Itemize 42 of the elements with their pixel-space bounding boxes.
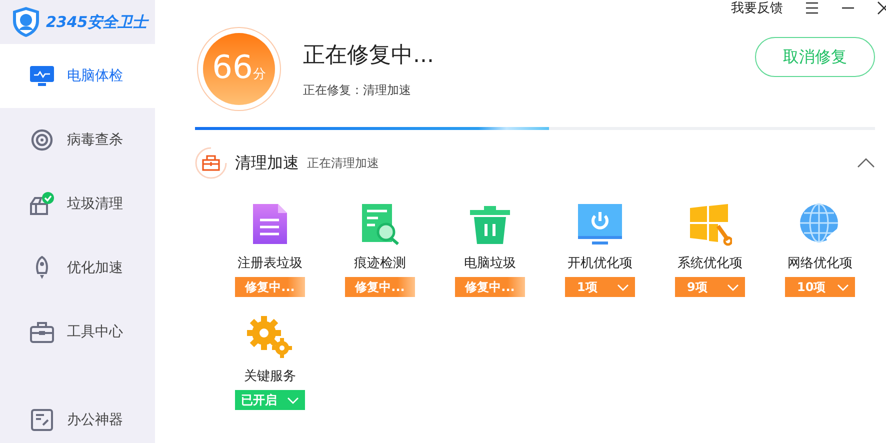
monitor-power-icon (576, 202, 624, 246)
document-icon (31, 409, 53, 431)
item-label: 痕迹检测 (354, 255, 406, 272)
status-tag: 修复中... (235, 277, 305, 297)
score-value: 66 (212, 47, 253, 87)
sidebar-item[interactable]: 工具中心 (0, 300, 155, 364)
toolbox-icon (195, 147, 227, 179)
feedback-link[interactable]: 我要反馈 (731, 0, 783, 17)
item-label: 系统优化项 (678, 255, 742, 272)
toolbox-icon (30, 321, 54, 343)
chevron-down-icon (287, 396, 299, 404)
sidebar-item[interactable]: 电脑体检 (0, 44, 155, 108)
windows-wrench-icon (688, 202, 732, 246)
chevron-up-icon[interactable] (857, 158, 875, 168)
status-subtitle: 正在修复：清理加速 (303, 82, 412, 98)
status-title: 正在修复中... (303, 42, 435, 70)
section-title: 清理加速 (235, 152, 299, 174)
sidebar-item[interactable]: 办公神器 (0, 397, 155, 443)
sidebar-item[interactable]: 病毒查杀 (0, 108, 155, 172)
shield-logo-icon (12, 6, 40, 38)
document-icon (250, 202, 290, 246)
sidebar-item[interactable]: 垃圾清理 (0, 172, 155, 236)
logo-text: 2345安全卫士 (46, 12, 148, 32)
sidebar-item[interactable]: 优化加速 (0, 236, 155, 300)
item-label: 网络优化项 (788, 255, 852, 272)
magnifier-document-icon (360, 202, 400, 246)
monitor-icon (30, 65, 54, 87)
item-label: 关键服务 (244, 368, 296, 385)
item-label: 电脑垃圾 (464, 255, 516, 272)
item-label: 注册表垃圾 (238, 255, 302, 272)
minimize-icon[interactable] (841, 7, 855, 9)
score-unit: 分 (252, 66, 266, 83)
menu-icon[interactable] (805, 2, 819, 14)
status-tag: 修复中... (345, 277, 415, 297)
target-icon (31, 129, 53, 151)
chevron-down-icon (837, 284, 849, 290)
status-tag: 修复中... (455, 277, 525, 297)
gears-icon (246, 315, 294, 359)
chevron-down-icon (727, 284, 739, 290)
item-label: 开机优化项 (568, 255, 632, 272)
chevron-down-icon (617, 284, 629, 290)
section-subtitle: 正在清理加速 (307, 154, 380, 172)
